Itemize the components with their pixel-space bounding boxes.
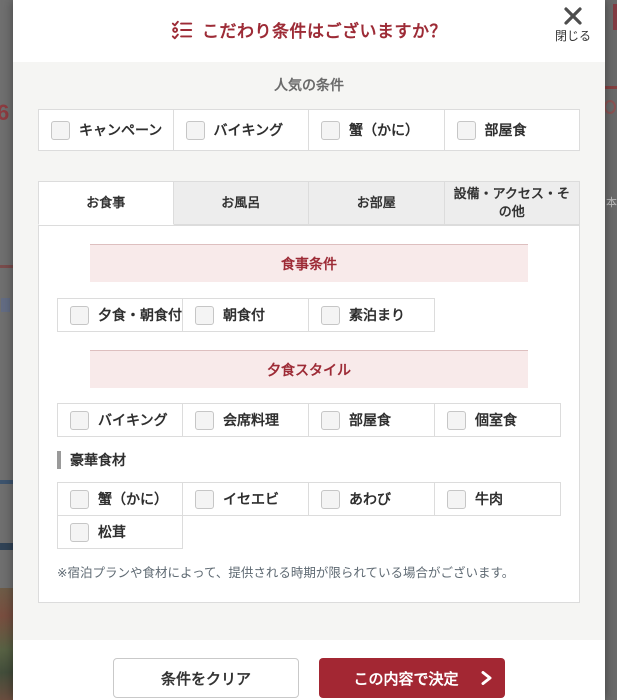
- backdrop-text-fragment: 6: [0, 100, 10, 125]
- checkbox-label: イセエビ: [223, 491, 279, 507]
- meal-tab-panel: 食事条件 夕食・朝食付 朝食付 素泊まり 夕食スタイル バイキング 会席料理 部屋食 個室…: [38, 225, 580, 603]
- checkbox-label: 部屋食: [349, 412, 391, 428]
- checkbox-cell[interactable]: バイキング: [57, 403, 183, 437]
- checkbox-label: 素泊まり: [349, 307, 405, 323]
- backdrop-decoration: [613, 4, 617, 30]
- backdrop-decoration: [605, 86, 617, 89]
- page-backdrop-right: 本: [605, 0, 617, 700]
- dinner-style-row: バイキング 会席料理 部屋食 個室食: [57, 403, 561, 437]
- checkbox-cell[interactable]: キャンペーン: [38, 109, 174, 151]
- tab[interactable]: お風呂: [172, 181, 309, 225]
- checkbox-label: 蟹（かに）: [98, 491, 168, 507]
- backdrop-text-fragment: 本: [606, 197, 617, 209]
- modal-title: こだわり条件はございますか？: [202, 22, 447, 41]
- apply-conditions-button[interactable]: この内容で決定: [319, 658, 505, 698]
- checkbox[interactable]: [70, 305, 89, 325]
- checkbox-label: 夕食・朝食付: [98, 307, 182, 323]
- checkbox-cell[interactable]: 素泊まり: [308, 298, 435, 332]
- filter-conditions-modal: こだわり条件はございますか？ 閉じる 人気の条件 キャンペーン バイキング 蟹（かに…: [13, 0, 605, 700]
- availability-note: ※宿泊プランや食材によって、提供される時期が限られている場合がございます。: [57, 566, 515, 580]
- backdrop-photo: [0, 588, 13, 700]
- checkbox-cell[interactable]: 松茸: [57, 515, 183, 549]
- tab[interactable]: お食事: [38, 181, 174, 225]
- checkbox-label: 牛肉: [475, 491, 503, 507]
- checkbox-cell[interactable]: 部屋食: [308, 403, 435, 437]
- checkbox-cell[interactable]: 朝食付: [182, 298, 309, 332]
- checkbox-cell[interactable]: 夕食・朝食付: [57, 298, 183, 332]
- checkbox[interactable]: [321, 120, 340, 140]
- checkbox-cell[interactable]: イセエビ: [182, 482, 309, 516]
- checkbox-label: キャンペーン: [79, 122, 163, 138]
- checkbox[interactable]: [185, 120, 205, 140]
- checkbox[interactable]: [70, 489, 89, 509]
- checkbox[interactable]: [321, 410, 340, 430]
- luxury-ingredients-heading: 豪華食材: [57, 451, 561, 469]
- checkbox-label: 会席料理: [223, 412, 279, 428]
- backdrop-decoration: [1, 298, 10, 312]
- category-tabs: お食事 お風呂 お部屋 設備・アクセス・その他: [38, 181, 580, 225]
- checkbox[interactable]: [456, 120, 476, 140]
- backdrop-decoration: [0, 480, 13, 484]
- checkbox[interactable]: [195, 305, 214, 325]
- tab[interactable]: 設備・アクセス・その他: [443, 181, 580, 225]
- checkbox[interactable]: [321, 489, 340, 509]
- checkbox-label: 個室食: [475, 412, 517, 428]
- checkbox-label: 部屋食: [484, 122, 527, 138]
- checkbox[interactable]: [51, 120, 70, 140]
- section-banner-dinner-style: 夕食スタイル: [90, 350, 528, 388]
- checkbox-cell[interactable]: 個室食: [434, 403, 561, 437]
- meal-condition-row: 夕食・朝食付 朝食付 素泊まり: [57, 298, 561, 332]
- checkbox-label: 朝食付: [223, 307, 265, 323]
- modal-header: こだわり条件はございますか？ 閉じる: [13, 0, 605, 62]
- apply-conditions-label: この内容で決定: [353, 670, 459, 688]
- checkbox[interactable]: [447, 410, 466, 430]
- modal-footer: 条件をクリア この内容で決定: [13, 640, 605, 700]
- checkbox-cell[interactable]: あわび: [308, 482, 435, 516]
- checkbox-cell[interactable]: 蟹（かに）: [308, 109, 445, 151]
- close-button[interactable]: 閉じる: [550, 6, 596, 44]
- checkbox-cell[interactable]: 蟹（かに）: [57, 482, 183, 516]
- modal-body: 人気の条件 キャンペーン バイキング 蟹（かに） 部屋食 お食事 お風呂 お部屋 設備・アク…: [13, 62, 605, 640]
- checkbox[interactable]: [447, 489, 466, 509]
- backdrop-decoration: [0, 265, 13, 268]
- checklist-icon: [171, 20, 193, 39]
- popular-conditions-heading: 人気の条件: [274, 77, 344, 93]
- backdrop-decoration: [605, 100, 616, 114]
- checkbox-label: 蟹（かに）: [349, 122, 419, 138]
- checkbox[interactable]: [70, 522, 89, 542]
- checkbox-label: バイキング: [213, 122, 284, 138]
- checkbox[interactable]: [195, 489, 214, 509]
- page-backdrop-left: 6: [0, 0, 13, 700]
- backdrop-decoration: [0, 543, 13, 550]
- checkbox[interactable]: [195, 410, 214, 430]
- checkbox[interactable]: [70, 410, 89, 430]
- checkbox-label: あわび: [349, 491, 391, 507]
- checkbox-cell[interactable]: 部屋食: [443, 109, 580, 151]
- popular-conditions-row: キャンペーン バイキング 蟹（かに） 部屋食: [38, 109, 580, 151]
- checkbox[interactable]: [321, 305, 340, 325]
- modal-title-wrap: こだわり条件はございますか？: [13, 0, 605, 42]
- checkbox-cell[interactable]: 牛肉: [434, 482, 561, 516]
- close-icon: [564, 7, 582, 25]
- tab[interactable]: お部屋: [308, 181, 445, 225]
- close-label: 閉じる: [554, 29, 591, 43]
- chevron-right-icon: [481, 671, 492, 685]
- checkbox-label: バイキング: [98, 412, 168, 428]
- checkbox-cell[interactable]: バイキング: [172, 109, 309, 151]
- luxury-ingredients-grid: 蟹（かに） イセエビ あわび 牛肉松茸: [57, 482, 561, 549]
- checkbox-label: 松茸: [98, 524, 126, 540]
- checkbox-cell[interactable]: 会席料理: [182, 403, 309, 437]
- clear-conditions-button[interactable]: 条件をクリア: [113, 658, 299, 698]
- screen: 6 本 こだわり条件はございますか？ 閉じる 人気の条件 キャンペーン バイキン…: [0, 0, 617, 700]
- section-banner-meal-condition: 食事条件: [90, 244, 528, 282]
